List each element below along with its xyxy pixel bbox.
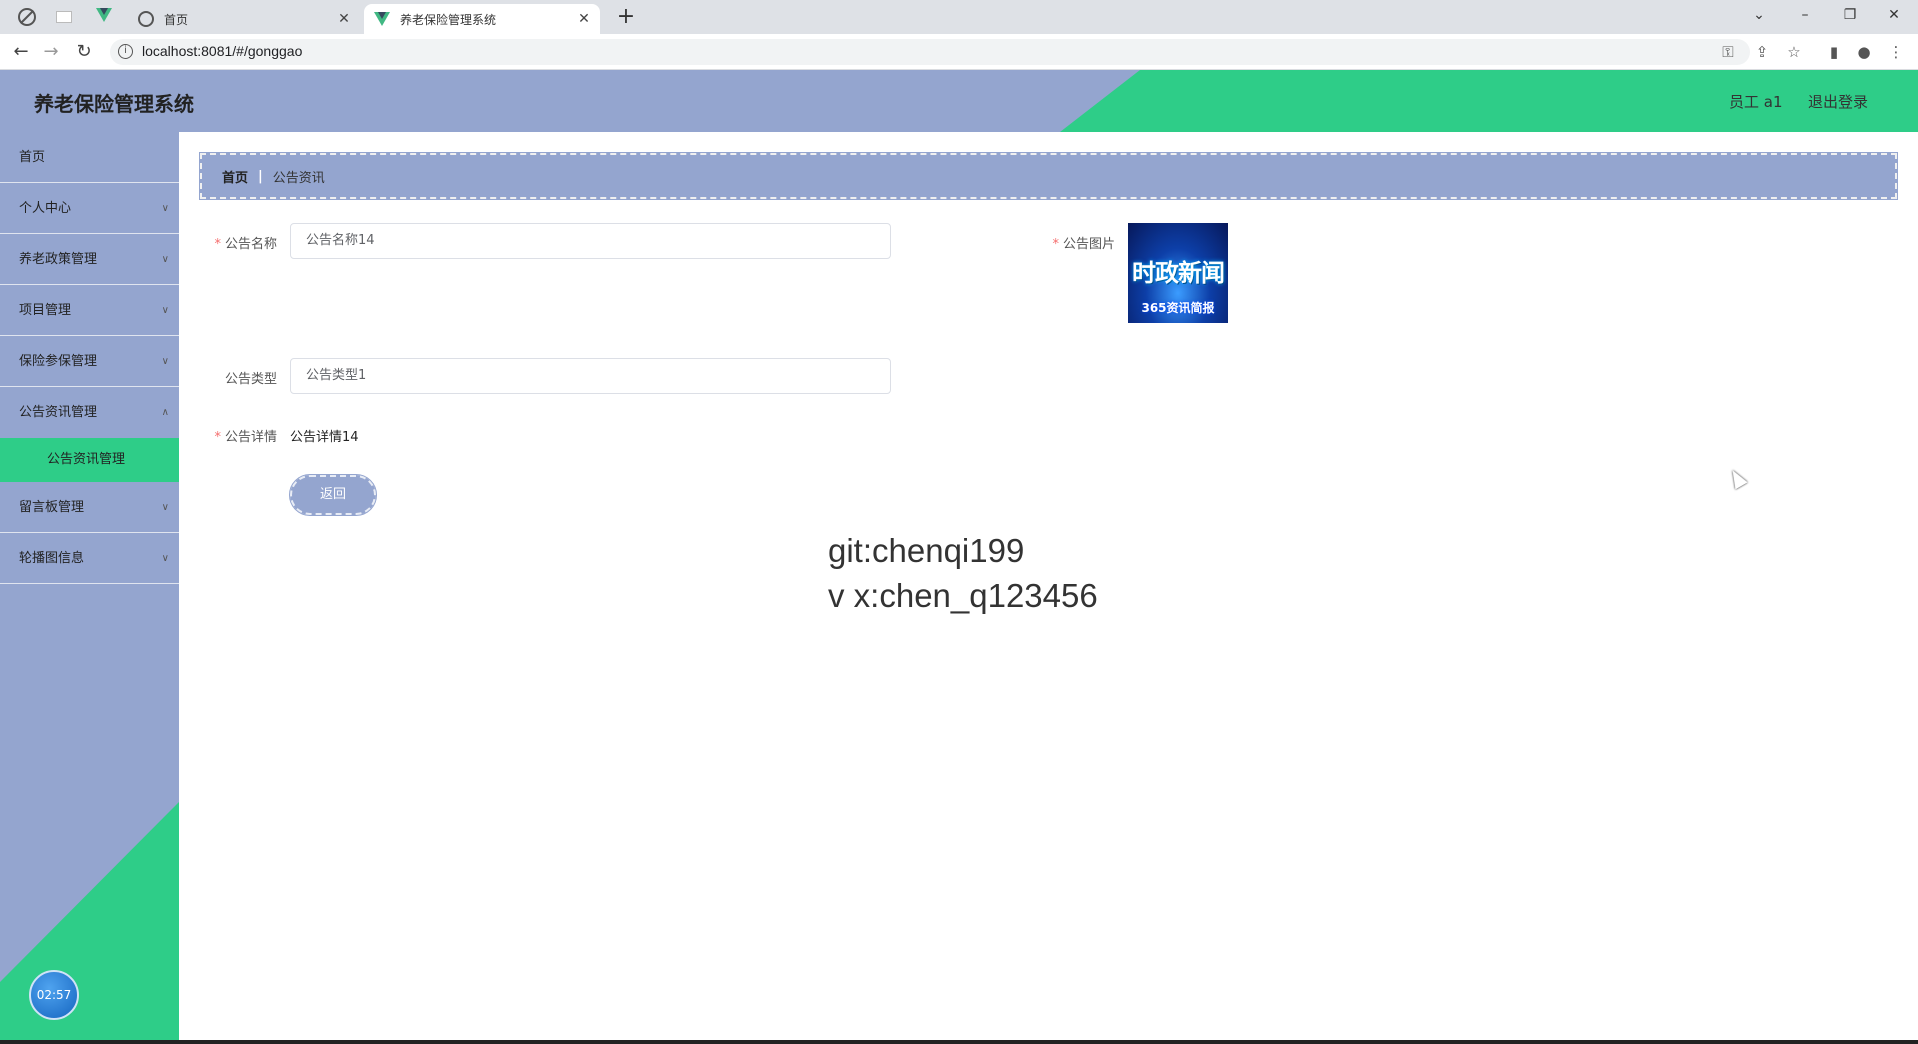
bookmark-star-icon[interactable]: ☆ bbox=[1782, 39, 1806, 65]
sidebar-item-label: 项目管理 bbox=[19, 303, 72, 318]
pinned-tab-globe-icon[interactable] bbox=[18, 8, 36, 26]
tab-close-icon[interactable]: ✕ bbox=[334, 11, 354, 27]
logout-link[interactable]: 退出登录 bbox=[1808, 91, 1868, 112]
required-mark: * bbox=[1052, 237, 1059, 252]
sidebar-item-pension-policy[interactable]: 养老政策管理 ∨ bbox=[0, 234, 179, 285]
current-user: 员工 a1 bbox=[1729, 93, 1783, 111]
minimize-button[interactable]: – bbox=[1790, 4, 1820, 26]
announcement-image: 时政新闻 365资讯简报 bbox=[1128, 223, 1228, 323]
breadcrumb-current: 公告资讯 bbox=[272, 170, 325, 186]
chevron-down-icon: ∨ bbox=[161, 502, 169, 513]
sidebar-item-label: 轮播图信息 bbox=[19, 551, 85, 566]
label-text: 公告图片 bbox=[1062, 237, 1115, 252]
site-info-icon[interactable]: i bbox=[118, 44, 133, 59]
forward-arrow-icon[interactable]: → bbox=[38, 39, 64, 65]
breadcrumb-home[interactable]: 首页 bbox=[222, 167, 248, 186]
chevron-down-icon: ∨ bbox=[161, 305, 169, 316]
sidebar-item-insurance[interactable]: 保险参保管理 ∨ bbox=[0, 336, 179, 387]
vue-icon bbox=[374, 11, 390, 27]
label-text: 公告详情 bbox=[224, 430, 277, 445]
sidebar-item-personal-center[interactable]: 个人中心 ∨ bbox=[0, 183, 179, 234]
breadcrumb: 首页 | 公告资讯 bbox=[199, 152, 1898, 200]
sidebar-item-label: 养老政策管理 bbox=[19, 252, 98, 267]
tab-search-icon[interactable]: ⌄ bbox=[1744, 4, 1774, 26]
browser-tab-home[interactable]: 首页 ✕ bbox=[128, 4, 360, 34]
submenu-item-announcements[interactable]: 公告资讯管理 bbox=[0, 438, 179, 482]
watermark-line2: v x:chen_q123456 bbox=[828, 577, 1098, 614]
image-subtitle: 365资讯简报 bbox=[1141, 301, 1215, 315]
pinned-tab-vue-icon[interactable] bbox=[96, 8, 114, 26]
sidebar-item-label: 首页 bbox=[19, 150, 46, 165]
side-panel-icon[interactable]: ▮ bbox=[1822, 39, 1846, 65]
required-mark: * bbox=[214, 430, 221, 445]
chevron-down-icon: ∨ bbox=[161, 356, 169, 367]
globe-icon bbox=[138, 11, 154, 27]
share-icon[interactable]: ⇪ bbox=[1750, 39, 1774, 65]
browser-tab-bar: 首页 ✕ 养老保险管理系统 ✕ + ⌄ – ❐ ✕ bbox=[0, 0, 1918, 34]
sidebar-item-home[interactable]: 首页 bbox=[0, 132, 179, 183]
url-field[interactable]: i localhost:8081/#/gonggao bbox=[110, 39, 1750, 65]
url-text[interactable]: localhost:8081/#/gonggao bbox=[142, 43, 302, 59]
sidebar-item-announcements[interactable]: 公告资讯管理 ∧ bbox=[0, 387, 179, 438]
sidebar-item-label: 个人中心 bbox=[19, 201, 72, 216]
announcement-type-label: 公告类型 bbox=[224, 372, 277, 387]
sidebar-item-label: 留言板管理 bbox=[19, 500, 85, 515]
menu-dots-icon[interactable]: ⋮ bbox=[1884, 39, 1908, 65]
required-mark: * bbox=[214, 237, 221, 252]
pinned-tab-blank-icon[interactable] bbox=[56, 11, 72, 23]
chevron-down-icon: ∨ bbox=[161, 553, 169, 564]
main-content: 首页 | 公告资讯 * 公告名称 公告名称14 * 公告图片 时政新闻 365资讯简… bbox=[179, 132, 1918, 1040]
image-title: 时政新闻 bbox=[1132, 259, 1225, 287]
tab-label: 养老保险管理系统 bbox=[400, 12, 497, 27]
reload-icon[interactable]: ↻ bbox=[71, 39, 97, 65]
breadcrumb-separator: | bbox=[258, 168, 263, 184]
tab-label: 首页 bbox=[164, 12, 189, 27]
sidebar-item-label: 保险参保管理 bbox=[19, 354, 98, 369]
header-accent-shape bbox=[1060, 70, 1918, 132]
sidebar-item-carousel[interactable]: 轮播图信息 ∨ bbox=[0, 533, 179, 584]
sidebar: 首页 个人中心 ∨ 养老政策管理 ∨ 项目管理 ∨ 保险参保管理 ∨ 公告资讯管… bbox=[0, 132, 179, 1040]
close-window-button[interactable]: ✕ bbox=[1879, 4, 1909, 26]
chevron-up-icon: ∧ bbox=[161, 407, 169, 418]
announcement-name-field[interactable]: 公告名称14 bbox=[290, 223, 891, 259]
watermark-line1: git:chenqi199 bbox=[828, 532, 1025, 569]
back-arrow-icon[interactable]: ← bbox=[8, 39, 34, 65]
sidebar-item-label: 公告资讯管理 bbox=[19, 405, 98, 420]
app-title: 养老保险管理系统 bbox=[34, 92, 194, 116]
announcement-detail-text: 公告详情14 bbox=[290, 430, 359, 445]
profile-icon[interactable]: ● bbox=[1852, 39, 1876, 65]
label-text: 公告名称 bbox=[224, 237, 277, 252]
submenu-item-label: 公告资讯管理 bbox=[47, 452, 126, 467]
mouse-cursor-icon bbox=[1726, 466, 1748, 490]
announcement-image-label: * 公告图片 bbox=[1035, 233, 1115, 252]
tab-close-icon[interactable]: ✕ bbox=[574, 11, 594, 27]
sidebar-item-projects[interactable]: 项目管理 ∨ bbox=[0, 285, 179, 336]
chevron-down-icon: ∨ bbox=[161, 203, 169, 214]
back-button[interactable]: 返回 bbox=[289, 474, 377, 516]
browser-address-bar: ← → ↻ i localhost:8081/#/gonggao ⚿ ⇪ ☆ ▮… bbox=[0, 34, 1918, 70]
watermark: git:chenqi199 v x:chen_q123456 bbox=[828, 528, 1098, 618]
new-tab-button[interactable]: + bbox=[614, 4, 638, 30]
announcement-name-label: * 公告名称 bbox=[197, 233, 277, 252]
sidebar-item-message-board[interactable]: 留言板管理 ∨ bbox=[0, 482, 179, 533]
key-icon[interactable]: ⚿ bbox=[1716, 39, 1740, 65]
announcement-type-field[interactable]: 公告类型1 bbox=[290, 358, 891, 394]
restore-button[interactable]: ❐ bbox=[1835, 4, 1865, 26]
browser-tab-active[interactable]: 养老保险管理系统 ✕ bbox=[364, 4, 600, 34]
clock-widget: 02:57 bbox=[29, 970, 79, 1020]
chevron-down-icon: ∨ bbox=[161, 254, 169, 265]
announcement-detail-label: * 公告详情 bbox=[197, 426, 277, 445]
taskbar-edge bbox=[0, 1040, 1918, 1044]
app-header: 养老保险管理系统 员工 a1 退出登录 bbox=[0, 70, 1918, 132]
sidebar-accent-shape bbox=[0, 802, 179, 1040]
